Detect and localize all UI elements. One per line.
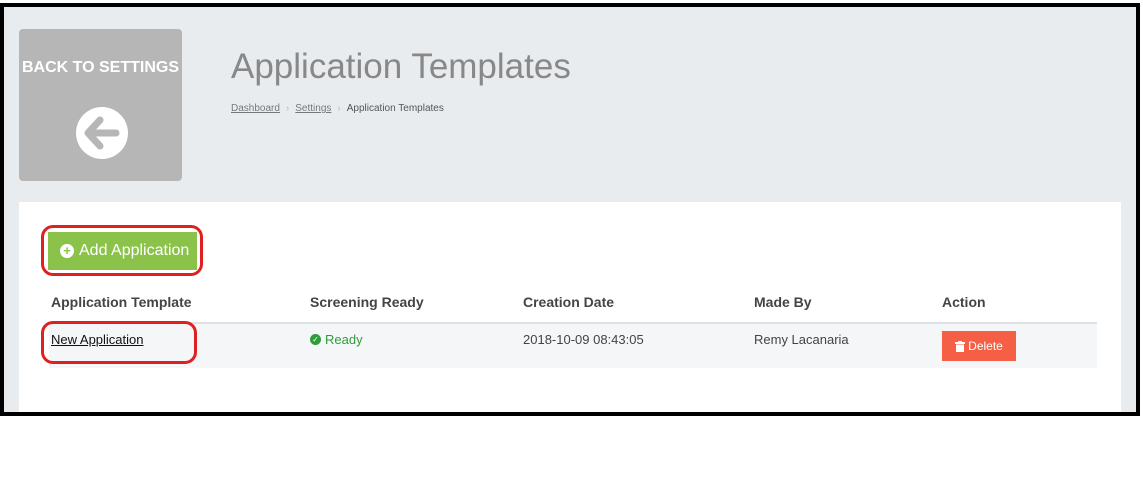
check-circle-icon: ✓ (310, 334, 321, 345)
made-by-cell: Remy Lacanaria (754, 332, 849, 347)
column-header-made-by: Made By (754, 294, 812, 310)
column-header-screening-ready: Screening Ready (310, 294, 424, 310)
chevron-right-icon: › (285, 103, 290, 114)
chevron-right-icon: › (337, 103, 341, 114)
breadcrumb-current: Application Templates (346, 103, 444, 114)
add-application-button[interactable]: + Add Application (48, 232, 197, 270)
app-frame: BACK TO SETTINGS Application Templates D… (0, 3, 1140, 416)
add-application-label: Add Application (79, 242, 190, 259)
delete-label: Delete (968, 339, 1003, 353)
creation-date-cell: 2018-10-09 08:43:05 (523, 332, 644, 347)
column-header-action: Action (942, 294, 986, 310)
templates-panel: + Add Application Application Template S… (19, 202, 1121, 412)
template-link[interactable]: New Application (51, 332, 144, 347)
breadcrumb-dashboard[interactable]: Dashboard (231, 103, 280, 114)
delete-button[interactable]: Delete (942, 331, 1016, 361)
plus-circle-icon: + (60, 244, 74, 258)
status-badge: ✓ Ready (310, 332, 363, 347)
arrow-left-circle-icon (76, 107, 128, 159)
template-name-cell: New Application (51, 332, 144, 347)
breadcrumb-settings[interactable]: Settings (295, 103, 331, 114)
column-header-creation-date: Creation Date (523, 294, 615, 310)
back-to-settings-button[interactable]: BACK TO SETTINGS (19, 29, 182, 181)
breadcrumb: Dashboard › Settings › Application Templ… (231, 103, 444, 114)
trash-icon (955, 340, 966, 352)
page-title: Application Templates (231, 47, 571, 86)
column-header-application-template: Application Template (51, 294, 192, 310)
status-text: Ready (325, 332, 363, 347)
back-to-settings-label: BACK TO SETTINGS (21, 59, 180, 76)
